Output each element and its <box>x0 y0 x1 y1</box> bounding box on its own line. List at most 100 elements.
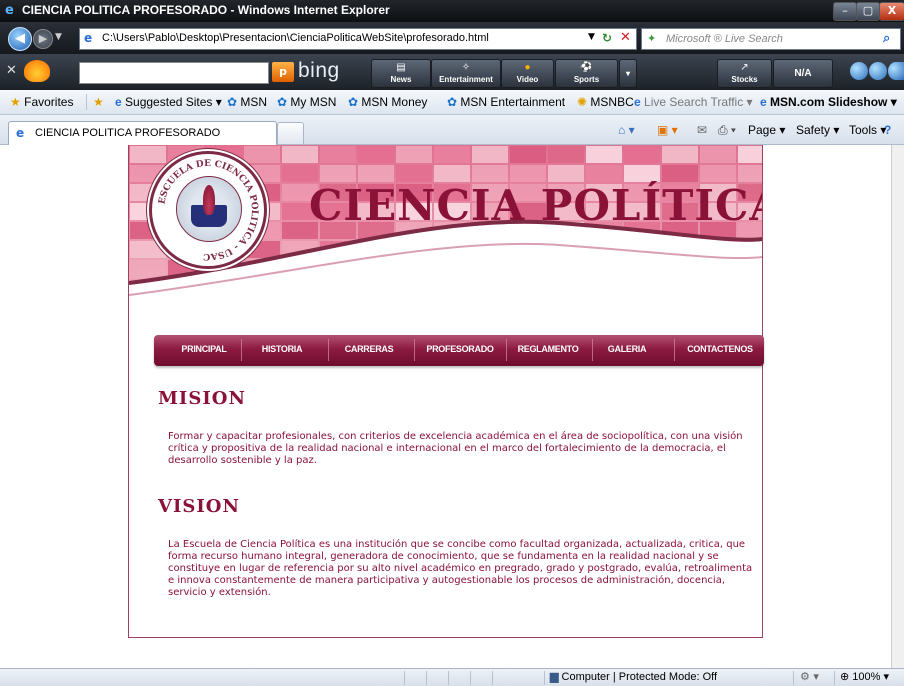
stocks-button[interactable]: ↗ Stocks <box>717 59 772 88</box>
fav-msn[interactable]: ✿ MSN <box>227 95 267 109</box>
bing-toolbar: ✕ p bing ▤ News ✧ Entertainment ● Video ⚽ Sp… <box>0 54 904 90</box>
divider <box>86 94 87 110</box>
add-favorite-icon[interactable]: ★ <box>93 95 104 109</box>
address-dropdown-icon[interactable]: ▼ <box>588 32 595 42</box>
nav-principal[interactable]: PRINCIPAL <box>174 344 234 354</box>
entertainment-button[interactable]: ✧ Entertainment <box>431 59 501 88</box>
nav-contactenos[interactable]: CONTACTENOS <box>682 344 758 354</box>
nav-divider <box>674 339 675 361</box>
divider <box>470 671 471 685</box>
help-icon[interactable]: ? <box>884 123 891 137</box>
toolbar-close-icon[interactable]: ✕ <box>6 63 17 78</box>
fav-suggested-sites[interactable]: e Suggested Sites ▾ <box>115 95 222 109</box>
vision-text: La Escuela de Ciencia Política es una in… <box>168 539 753 598</box>
search-icon[interactable]: ⌕ <box>883 31 890 46</box>
safety-menu[interactable]: Safety ▾ <box>796 123 839 137</box>
fav-msn-money[interactable]: ✿ MSN Money <box>348 95 427 109</box>
site-title: CIENCIA POLÍTICA <box>309 181 762 230</box>
chevron-down-icon: ▾ <box>625 69 630 78</box>
search-globe-icon[interactable] <box>869 62 887 80</box>
window-title-bar: e CIENCIA POLITICA PROFESORADO - Windows… <box>0 0 904 22</box>
divider <box>834 671 835 685</box>
bing-search-input[interactable] <box>79 62 269 84</box>
fav-msnbc[interactable]: ✺ MSNBC <box>577 95 634 109</box>
address-url[interactable]: C:\Users\Pablo\Desktop\Presentacion\Cien… <box>102 32 489 44</box>
fav-msn-slideshow[interactable]: e MSN.com Slideshow ▾ <box>760 95 897 109</box>
stop-icon[interactable]: ✕ <box>620 30 631 45</box>
print-icon[interactable]: ⎙ ▾ <box>718 123 736 138</box>
msn-butterfly-icon: ✿ <box>227 95 238 109</box>
minimize-button[interactable]: – <box>833 2 857 21</box>
feeds-icon[interactable]: ▣ ▾ <box>657 123 678 137</box>
star-icon: ★ <box>10 95 21 109</box>
ie-icon: e <box>16 126 25 140</box>
tab-active[interactable]: e CIENCIA POLITICA PROFESORADO <box>8 121 277 145</box>
tools-menu[interactable]: Tools ▾ <box>849 123 886 137</box>
tab-bar: e CIENCIA POLITICA PROFESORADO ⌂ ▾ ▣ ▾ ✉… <box>0 115 904 145</box>
nav-divider <box>506 339 507 361</box>
site-nav-bar: PRINCIPAL HISTORIA CARRERAS PROFESORADO … <box>154 335 764 366</box>
page-menu[interactable]: Page ▾ <box>748 123 785 137</box>
zoom-icon: ⊕ <box>840 671 850 683</box>
navigation-bar: ◀ ▶ ▼ e C:\Users\Pablo\Desktop\Presentac… <box>0 22 904 54</box>
video-button[interactable]: ● Video <box>501 59 554 88</box>
mail-icon[interactable]: ✉ <box>697 123 707 137</box>
history-dropdown-icon[interactable]: ▼ <box>55 32 62 42</box>
globe-icon[interactable] <box>850 62 868 80</box>
site-container: CIENCIA POLÍTICA ESCUELA DE CIENCIA POLI… <box>128 145 764 638</box>
bing-search-button[interactable]: p <box>272 62 294 82</box>
protected-mode-icon[interactable]: ⚙ ▾ <box>800 670 819 683</box>
divider <box>793 671 794 685</box>
nav-carreras[interactable]: CARRERAS <box>341 344 397 354</box>
vertical-scrollbar[interactable] <box>891 145 904 668</box>
msn-butterfly-icon <box>24 60 50 82</box>
page-viewport: CIENCIA POLÍTICA ESCUELA DE CIENCIA POLI… <box>0 145 891 668</box>
nav-reglamento[interactable]: REGLAMENTO <box>512 344 584 354</box>
nav-profesorado[interactable]: PROFESORADO <box>422 344 498 354</box>
fav-msn-entertainment[interactable]: ✿ MSN Entertainment <box>447 95 565 109</box>
tab-label: CIENCIA POLITICA PROFESORADO <box>35 127 221 139</box>
msn-butterfly-icon: ✿ <box>447 95 458 109</box>
divider <box>492 671 493 685</box>
more-dropdown-button[interactable]: ▾ <box>619 59 637 88</box>
fav-live-search-traffic[interactable]: e Live Search Traffic ▾ <box>634 95 753 109</box>
nav-divider <box>592 339 593 361</box>
peacock-icon: ✺ <box>577 95 588 109</box>
nav-divider <box>328 339 329 361</box>
nav-galeria[interactable]: GALERIA <box>602 344 652 354</box>
news-button[interactable]: ▤ News <box>371 59 431 88</box>
back-button[interactable]: ◀ <box>8 27 32 51</box>
address-bar[interactable]: e C:\Users\Pablo\Desktop\Presentacion\Ci… <box>79 28 637 50</box>
divider <box>426 671 427 685</box>
close-button[interactable]: X <box>879 2 904 21</box>
help-icon[interactable] <box>888 62 904 80</box>
stocks-icon: ↗ <box>740 62 749 73</box>
search-placeholder[interactable]: Microsoft ® Live Search <box>666 33 783 45</box>
fav-my-msn[interactable]: ✿ My MSN <box>277 95 336 109</box>
school-seal-logo: ESCUELA DE CIENCIA POLITICA - USAC <box>149 151 267 269</box>
zoom-level[interactable]: ⊕ 100% ▾ <box>840 670 889 683</box>
status-bar: ▆ Computer | Protected Mode: Off ⚙ ▾ ⊕ 1… <box>0 668 904 686</box>
divider <box>448 671 449 685</box>
home-icon[interactable]: ⌂ ▾ <box>618 123 635 137</box>
favorites-button[interactable]: ★ Favorites <box>10 95 73 109</box>
nav-divider <box>241 339 242 361</box>
entertainment-icon: ✧ <box>461 62 471 73</box>
nav-divider <box>414 339 415 361</box>
favorites-bar: ★ Favorites ★ e Suggested Sites ▾ ✿ MSN … <box>0 90 904 115</box>
live-search-box[interactable]: ✦ Microsoft ® Live Search ⌕ <box>641 28 901 50</box>
news-icon: ▤ <box>396 62 406 73</box>
window-title: CIENCIA POLITICA PROFESORADO - Windows I… <box>22 3 390 17</box>
refresh-icon[interactable]: ↻ <box>602 31 612 45</box>
forward-button[interactable]: ▶ <box>33 29 53 49</box>
ie-icon: e <box>760 95 767 109</box>
nav-historia[interactable]: HISTORIA <box>254 344 310 354</box>
new-tab-button[interactable] <box>277 122 304 144</box>
sports-button[interactable]: ⚽ Sports <box>555 59 618 88</box>
ie-icon: e <box>634 95 641 109</box>
mision-heading: MISION <box>158 388 246 409</box>
weather-button[interactable]: N/A <box>773 59 833 88</box>
security-zone[interactable]: ▆ Computer | Protected Mode: Off <box>550 670 717 683</box>
site-banner: CIENCIA POLÍTICA ESCUELA DE CIENCIA POLI… <box>129 145 762 325</box>
maximize-button[interactable]: ▢ <box>856 2 880 21</box>
